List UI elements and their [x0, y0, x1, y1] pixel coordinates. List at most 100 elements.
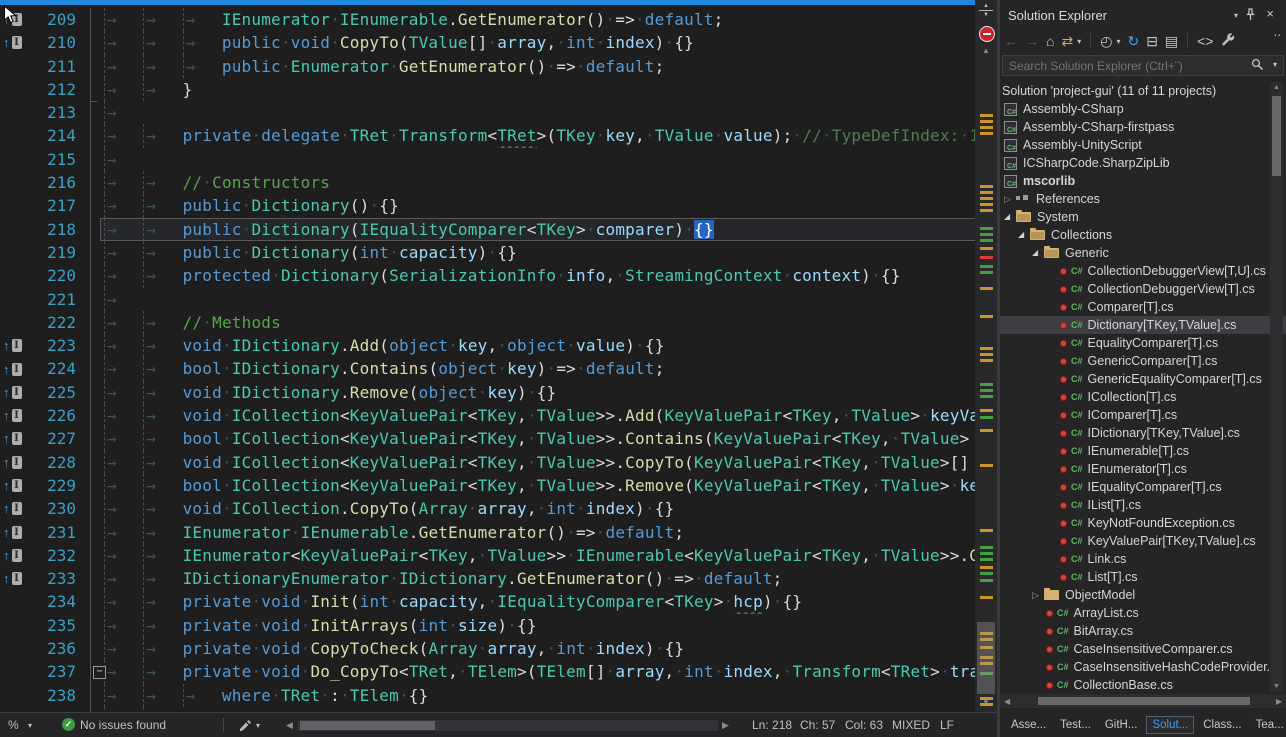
vertical-scrollbar-thumb[interactable]: [977, 622, 995, 694]
tree-item-iequalitycomparer-t-cs[interactable]: C#IEqualityComparer[T].cs: [1000, 478, 1286, 496]
pending-changes-filter-icon[interactable]: ◴: [1100, 33, 1112, 49]
code-line[interactable]: ↑I233→→IDictionaryEnumerator·IDictionary…: [0, 567, 997, 590]
code-editor[interactable]: ↑I209→→→IEnumerator·IEnumerable.GetEnume…: [0, 0, 997, 712]
back-icon[interactable]: ←: [1004, 33, 1018, 49]
gutter[interactable]: ↑I229: [0, 474, 100, 497]
code-text[interactable]: →→private·void·InitArrays(int·size)·{}: [100, 614, 997, 637]
gutter[interactable]: ↑I232: [0, 544, 100, 567]
tree-item-references[interactable]: ▷References: [1000, 190, 1286, 208]
code-line[interactable]: 214→→private·delegate·TRet·Transform<TRe…: [0, 124, 997, 147]
view-code-icon[interactable]: <>: [1197, 33, 1213, 49]
code-line[interactable]: 222→→//·Methods: [0, 311, 997, 334]
tree-item-assembly-unityscript[interactable]: C#Assembly-UnityScript: [1000, 136, 1286, 154]
code-text[interactable]: →→private·void·Init(int·capacity,·IEqual…: [100, 590, 997, 613]
code-text[interactable]: →→void·ICollection<KeyValuePair<TKey,·TV…: [100, 451, 997, 474]
tab-gith[interactable]: GitH...: [1100, 717, 1143, 733]
gutter[interactable]: 234: [0, 590, 100, 613]
gutter[interactable]: ↑I233: [0, 567, 100, 590]
code-line[interactable]: ↑I223→→void·IDictionary.Add(object·key,·…: [0, 334, 997, 357]
tree-item-bitarray-cs[interactable]: C#BitArray.cs: [1000, 622, 1286, 640]
scroll-up-arrow-icon[interactable]: ▲: [975, 46, 997, 55]
code-line[interactable]: ↑I225→→void·IDictionary.Remove(object·ke…: [0, 381, 997, 404]
code-line[interactable]: ↑I232→→IEnumerator<KeyValuePair<TKey,·TV…: [0, 544, 997, 567]
tree-item-objectmodel[interactable]: ▷ObjectModel: [1000, 586, 1286, 604]
pin-icon[interactable]: [1245, 8, 1256, 24]
code-line[interactable]: 234→→private·void·Init(int·capacity,·IEq…: [0, 590, 997, 613]
tree-item-ienumerator-t-cs[interactable]: C#IEnumerator[T].cs: [1000, 460, 1286, 478]
home-icon[interactable]: ⌂: [1046, 33, 1054, 49]
sync-with-active-document-icon[interactable]: ⇄: [1061, 33, 1073, 49]
zoom-dropdown-icon[interactable]: ▾: [28, 721, 32, 730]
gutter[interactable]: 216: [0, 171, 100, 194]
collapse-region-icon[interactable]: −: [93, 666, 106, 679]
code-line[interactable]: 212→→}: [0, 78, 997, 101]
code-text[interactable]: →→public·Dictionary(IEqualityComparer<TK…: [100, 218, 997, 241]
code-text[interactable]: →→private·void·Do_CopyTo<TRet,·TElem>(TE…: [100, 660, 997, 683]
refresh-icon[interactable]: ↻: [1127, 33, 1139, 49]
gutter[interactable]: ↑I228: [0, 451, 100, 474]
code-text[interactable]: →→private·void·CopyToCheck(Array·array,·…: [100, 637, 997, 660]
code-text[interactable]: →→//·Constructors: [100, 171, 997, 194]
search-icon[interactable]: [1251, 58, 1264, 76]
code-text[interactable]: →→IDictionaryEnumerator·IDictionary.GetE…: [100, 567, 997, 590]
document-health-indicator[interactable]: No issues found: [80, 718, 166, 732]
gutter[interactable]: 211: [0, 55, 100, 78]
gutter[interactable]: ↑I210: [0, 31, 100, 54]
code-text[interactable]: →→→where·TRet·:·TElem·{}: [100, 684, 997, 707]
gutter[interactable]: 219: [0, 241, 100, 264]
code-text[interactable]: →→bool·IDictionary.Contains(object·key)·…: [100, 357, 997, 380]
code-text[interactable]: →→IEnumerator<KeyValuePair<TKey,·TValue>…: [100, 544, 997, 567]
gutter[interactable]: 214: [0, 124, 100, 147]
scroll-down-arrow-icon[interactable]: ▼: [975, 698, 997, 707]
code-text[interactable]: →→→public·void·CopyTo(TValue[]·array,·in…: [100, 31, 997, 54]
code-line[interactable]: 221→: [0, 288, 997, 311]
tree-item-ienumerable-t-cs[interactable]: C#IEnumerable[T].cs: [1000, 442, 1286, 460]
code-text[interactable]: →→→IEnumerator·IEnumerable.GetEnumerator…: [100, 8, 997, 31]
code-text[interactable]: →: [100, 288, 997, 311]
tree-item-caseinsensitivehashcodeprovider-cs[interactable]: C#CaseInsensitiveHashCodeProvider.cs: [1000, 658, 1286, 676]
zoom-control[interactable]: %: [8, 718, 19, 732]
code-line[interactable]: 237−→→private·void·Do_CopyTo<TRet,·TElem…: [0, 660, 997, 683]
code-line[interactable]: ↑I231→→IEnumerator·IEnumerable.GetEnumer…: [0, 521, 997, 544]
tree-item-assembly-csharp[interactable]: C#Assembly-CSharp: [1000, 100, 1286, 118]
code-line[interactable]: ↑I227→→bool·ICollection<KeyValuePair<TKe…: [0, 427, 997, 450]
code-line[interactable]: ↑I229→→bool·ICollection<KeyValuePair<TKe…: [0, 474, 997, 497]
tree-scroll-right-icon[interactable]: ▶: [1276, 697, 1282, 706]
code-line[interactable]: 211→→→public·Enumerator·GetEnumerator()·…: [0, 55, 997, 78]
tree-item-icomparer-t-cs[interactable]: C#IComparer[T].cs: [1000, 406, 1286, 424]
tree-item-list-t-cs[interactable]: C#List[T].cs: [1000, 568, 1286, 586]
tab-class[interactable]: Class...: [1198, 717, 1246, 733]
tree-item-genericcomparer-t-cs[interactable]: C#GenericComparer[T].cs: [1000, 352, 1286, 370]
gutter[interactable]: 238: [0, 684, 100, 707]
gutter[interactable]: ↑I227: [0, 427, 100, 450]
gutter[interactable]: 236: [0, 637, 100, 660]
solution-explorer-titlebar[interactable]: Solution Explorer ▾ ×: [1000, 0, 1286, 28]
code-line[interactable]: 216→→//·Constructors: [0, 171, 997, 194]
tree-item-keyvaluepair-tkey-tvalue-cs[interactable]: C#KeyValuePair[TKey,TValue].cs: [1000, 532, 1286, 550]
collapsed-arrow-icon[interactable]: ▷: [1004, 190, 1016, 208]
code-text[interactable]: →→IEnumerator·IEnumerable.GetEnumerator(…: [100, 521, 997, 544]
code-text[interactable]: →: [100, 101, 997, 124]
code-text[interactable]: →→void·IDictionary.Add(object·key,·objec…: [100, 334, 997, 357]
close-icon[interactable]: ×: [1266, 6, 1274, 21]
gutter[interactable]: 212: [0, 78, 100, 101]
tree-item-collectionbase-cs[interactable]: C#CollectionBase.cs: [1000, 676, 1286, 694]
gutter[interactable]: 235: [0, 614, 100, 637]
show-all-files-icon[interactable]: ▤: [1165, 33, 1178, 49]
code-text[interactable]: →→void·ICollection.CopyTo(Array·array,·i…: [100, 497, 997, 520]
tree-item-solution-project-gui-11-of-11-projects[interactable]: Solution 'project-gui' (11 of 11 project…: [1000, 82, 1286, 100]
search-input[interactable]: [1002, 55, 1284, 76]
code-text[interactable]: →→→public·Enumerator·GetEnumerator()·=>·…: [100, 55, 997, 78]
tree-vertical-scrollbar[interactable]: ▲ ▼: [1270, 82, 1283, 692]
tab-tea[interactable]: Tea...: [1251, 717, 1286, 733]
horizontal-scrollbar-thumb[interactable]: [300, 721, 435, 730]
search-options-dropdown-icon[interactable]: ▾: [1273, 60, 1277, 69]
tree-item-assembly-csharp-firstpass[interactable]: C#Assembly-CSharp-firstpass: [1000, 118, 1286, 136]
code-text[interactable]: →: [100, 148, 997, 171]
gutter[interactable]: ↑I224: [0, 357, 100, 380]
editor-horizontal-scrollbar[interactable]: [298, 720, 718, 731]
tree-horizontal-scrollbar[interactable]: ◀ ▶: [1000, 694, 1286, 708]
gutter[interactable]: 217: [0, 194, 100, 217]
gutter[interactable]: 218: [0, 218, 100, 241]
gutter[interactable]: ↑I226: [0, 404, 100, 427]
